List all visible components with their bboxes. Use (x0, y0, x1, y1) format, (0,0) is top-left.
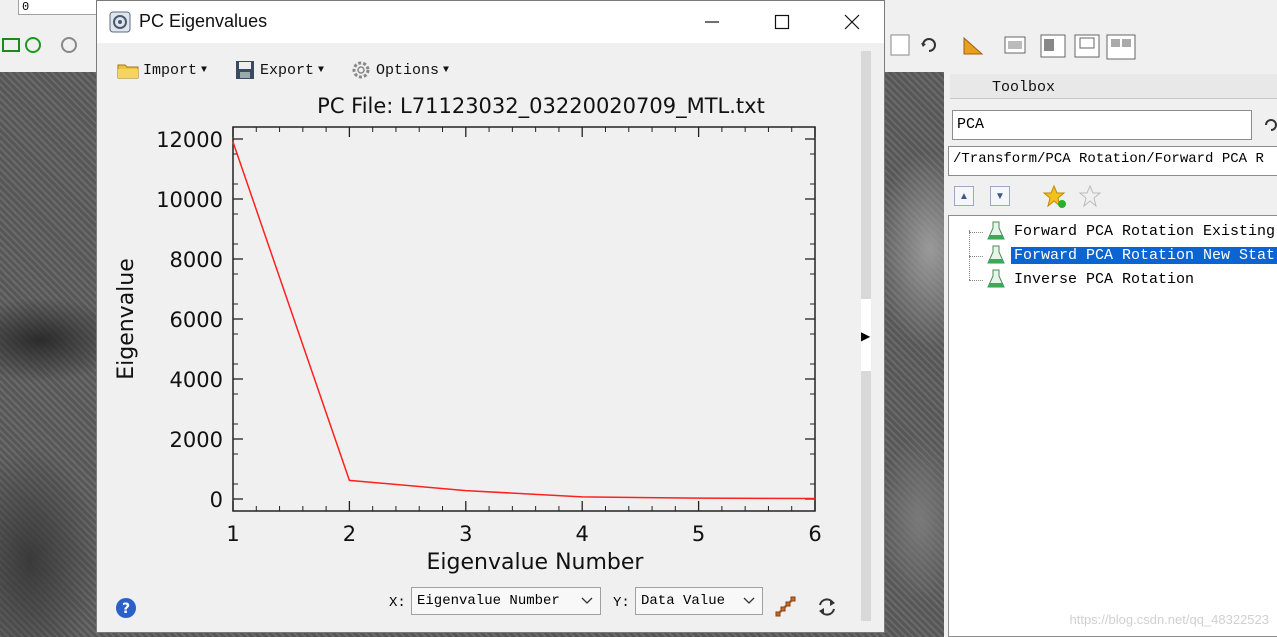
y-ticks: 0 2000 4000 6000 8000 10000 12000 (156, 128, 815, 512)
y-tick-label: 8000 (170, 248, 223, 272)
toolbar-tool-icon[interactable] (0, 34, 22, 56)
eigenvalue-series-line (232, 141, 816, 500)
maximize-icon (774, 14, 790, 30)
toolbox-title: Toolbox (950, 74, 1277, 99)
y-tick-label: 0 (210, 488, 223, 512)
expand-icon[interactable]: ▼ (990, 186, 1010, 206)
toolbox-path: /Transform/PCA Rotation/Forward PCA R (948, 146, 1277, 176)
export-menu[interactable]: Export ▼ (234, 57, 324, 83)
rotate-tool-icon[interactable] (22, 34, 44, 56)
dialog-title: PC Eigenvalues (139, 11, 268, 31)
refresh-tool-icon[interactable] (58, 34, 80, 56)
y-tick-label: 2000 (170, 428, 223, 452)
panel-icon-1[interactable] (1004, 34, 1026, 56)
x-tick-label: 5 (692, 522, 705, 546)
import-menu[interactable]: Import ▼ (117, 57, 207, 83)
star-add-icon[interactable] (1042, 184, 1068, 215)
floppy-save-icon (236, 61, 254, 79)
help-icon[interactable]: ? (115, 597, 137, 619)
watermark: https://blog.csdn.net/qq_48322523 (1069, 612, 1270, 627)
tree-line (969, 256, 983, 257)
tree-item-inverse-pca[interactable]: Inverse PCA Rotation (985, 268, 1197, 290)
options-menu[interactable]: Options ▼ (350, 57, 449, 83)
tree-item-forward-pca-existing[interactable]: Forward PCA Rotation Existing (985, 220, 1277, 242)
x-ticks: 1 2 3 4 5 6 (226, 127, 822, 546)
input-box[interactable] (890, 34, 912, 56)
collapse-icon[interactable]: ▲ (954, 186, 974, 206)
close-button[interactable] (817, 1, 887, 43)
refresh-icon[interactable] (815, 595, 839, 619)
tree-line (969, 232, 983, 233)
tree-line (969, 230, 970, 280)
x-tick-label: 6 (808, 522, 821, 546)
minimize-icon (705, 21, 719, 23)
star-icon[interactable] (1078, 184, 1104, 215)
panel-icon-2[interactable] (1040, 34, 1066, 58)
chevron-down-icon: ▼ (201, 64, 208, 76)
svg-text:?: ? (122, 601, 130, 617)
folder-icon (117, 64, 139, 79)
panel-toggle-arrow[interactable]: ▶ (861, 329, 870, 343)
flask-icon (987, 269, 1005, 288)
x-tick-label: 2 (343, 522, 356, 546)
tree-item-forward-pca-new[interactable]: Forward PCA Rotation New Stat (985, 244, 1277, 266)
gear-icon (352, 61, 370, 79)
y-axis-select[interactable]: Data Value (635, 587, 763, 615)
chevron-down-icon (743, 597, 755, 604)
x-axis-select[interactable]: Eigenvalue Number (411, 587, 601, 615)
reload-icon[interactable] (918, 34, 940, 56)
ruler-icon[interactable] (962, 34, 984, 56)
flask-icon (987, 221, 1005, 240)
minimize-button[interactable] (677, 1, 747, 43)
x-tick-label: 1 (226, 522, 239, 546)
toolbox-search-input[interactable] (953, 111, 1251, 137)
y-axis-label: Eigenvalue (114, 258, 139, 380)
x-select-label: X: (389, 595, 406, 611)
dialog-titlebar: PC Eigenvalues (97, 1, 884, 43)
top-combo[interactable]: 0 (18, 0, 101, 15)
panel-icon-4[interactable] (1106, 34, 1136, 60)
panel-icon-3[interactable] (1074, 34, 1100, 58)
plot-area: PC File: L71123032_03220020709_MTL.txt 0… (111, 87, 868, 587)
y-select-label: Y: (613, 595, 630, 611)
pc-eigenvalues-dialog: PC Eigenvalues Import ▼ Export ▼ Options ▼ … (96, 0, 885, 633)
clear-search-icon[interactable] (1262, 116, 1277, 139)
y-tick-label: 4000 (170, 368, 223, 392)
chevron-down-icon (581, 597, 593, 604)
toolbox-search[interactable] (952, 110, 1252, 140)
chart-title: PC File: L71123032_03220020709_MTL.txt (317, 94, 765, 119)
maximize-button[interactable] (747, 1, 817, 43)
close-icon (844, 14, 860, 30)
chevron-down-icon: ▼ (318, 64, 325, 76)
flask-icon (987, 245, 1005, 264)
x-tick-label: 4 (576, 522, 589, 546)
eigenvalue-chart: PC File: L71123032_03220020709_MTL.txt 0… (114, 94, 822, 575)
tree-line (969, 280, 983, 281)
chevron-down-icon: ▼ (443, 64, 450, 76)
x-tick-label: 3 (459, 522, 472, 546)
toolbox-panel: Toolbox /Transform/PCA Rotation/Forward … (944, 72, 1277, 637)
y-tick-label: 10000 (156, 188, 223, 212)
x-axis-label: Eigenvalue Number (427, 550, 645, 575)
y-tick-label: 6000 (170, 308, 223, 332)
toolbox-tree: Forward PCA Rotation Existing Forward PC… (948, 215, 1277, 637)
plot-frame (232, 126, 816, 512)
stairs-plot-style-icon[interactable] (773, 593, 799, 619)
y-tick-label: 12000 (156, 128, 223, 152)
app-icon (109, 11, 131, 33)
